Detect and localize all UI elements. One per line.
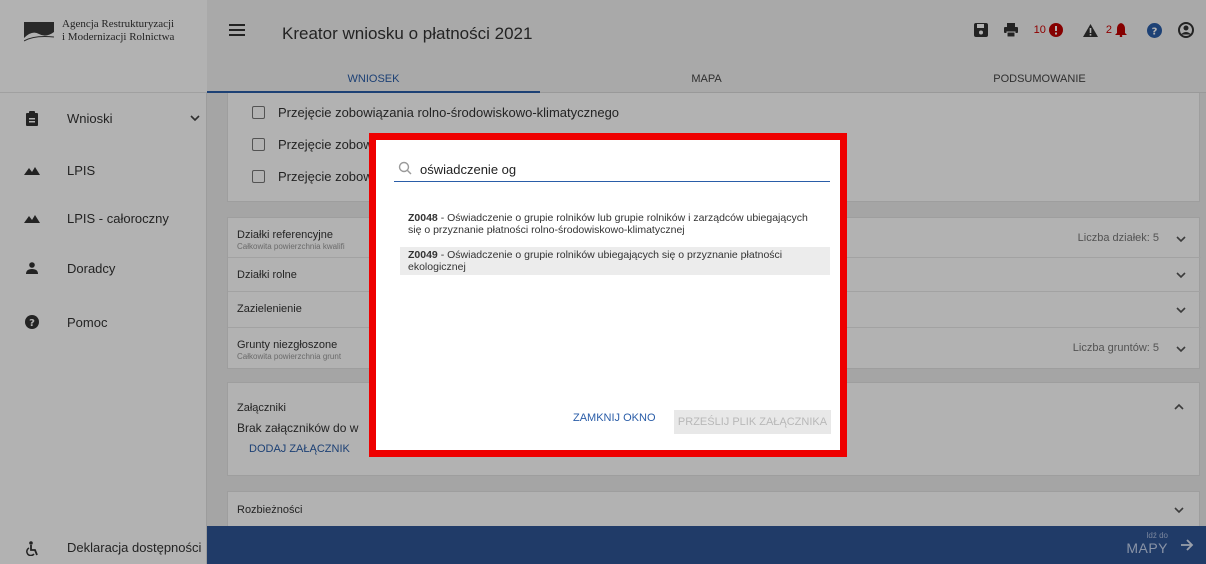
result-text: - Oświadczenie o grupie rolników lub gru… xyxy=(408,212,808,236)
search-result-selected[interactable]: Z0049 - Oświadczenie o grupie rolników u… xyxy=(400,247,830,275)
search-icon xyxy=(398,161,412,175)
result-code: Z0048 xyxy=(408,212,438,224)
search-input[interactable] xyxy=(420,158,820,180)
close-window-button[interactable]: ZAMKNIJ OKNO xyxy=(573,412,656,424)
send-attachment-button[interactable]: PRZEŚLIJ PLIK ZAŁĄCZNIKA xyxy=(674,410,831,434)
result-code: Z0049 xyxy=(408,249,438,261)
search-field[interactable] xyxy=(394,158,830,182)
search-result[interactable]: Z0048 - Oświadczenie o grupie rolników l… xyxy=(400,210,830,238)
result-text: - Oświadczenie o grupie rolników ubiegaj… xyxy=(408,249,783,273)
attachment-search-modal: Z0048 - Oświadczenie o grupie rolników l… xyxy=(376,140,840,450)
